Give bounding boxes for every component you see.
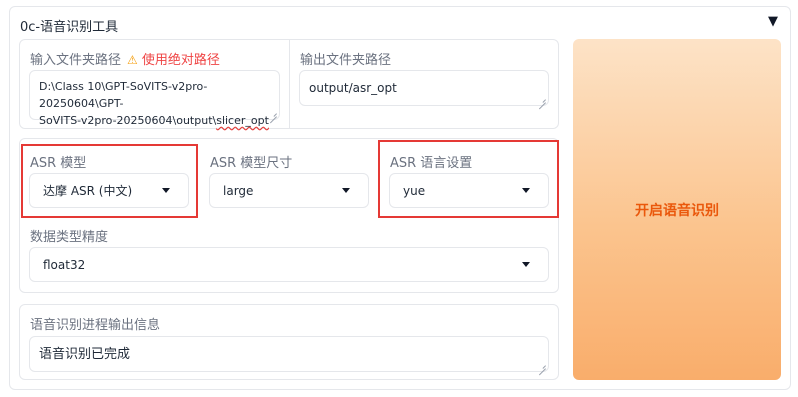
resize-handle-icon[interactable] [539,362,546,369]
chevron-down-icon [342,187,350,193]
warning-icon: ⚠ [127,53,138,67]
asr-size-dropdown[interactable]: large [209,173,369,208]
path-divider [289,40,290,128]
output-path-textarea[interactable]: output/asr_opt [299,70,549,106]
chevron-down-icon [162,187,170,193]
resize-handle-icon[interactable] [270,110,277,117]
resize-handle-icon[interactable] [539,96,546,103]
asr-model-dropdown[interactable]: 达摩 ASR (中文) [29,173,189,208]
precision-dropdown[interactable]: float32 [29,247,549,282]
asr-language-dropdown[interactable]: yue [389,173,549,208]
collapse-arrow-icon[interactable]: ▼ [768,14,778,29]
progress-label: 语音识别进程输出信息 [30,318,161,333]
progress-output-textarea[interactable]: 语音识别已完成 [29,336,549,372]
start-asr-button[interactable]: 开启语音识别 [573,39,781,380]
accordion-title: 0c-语音识别工具 [20,20,119,35]
input-path-textarea[interactable]: D:\Class 10\GPT-SoVITS-v2pro-20250604\GP… [29,70,280,127]
asr-language-label: ASR 语言设置 [390,156,473,171]
asr-size-label: ASR 模型尺寸 [210,156,293,171]
asr-model-label: ASR 模型 [30,156,87,171]
chevron-down-icon [522,261,530,267]
absolute-path-warning: 使用绝对路径 [141,53,220,68]
precision-label: 数据类型精度 [30,230,109,245]
input-path-label: 输入文件夹路径 ⚠ 使用绝对路径 [30,53,220,68]
chevron-down-icon [522,187,530,193]
output-path-label: 输出文件夹路径 [300,53,392,68]
